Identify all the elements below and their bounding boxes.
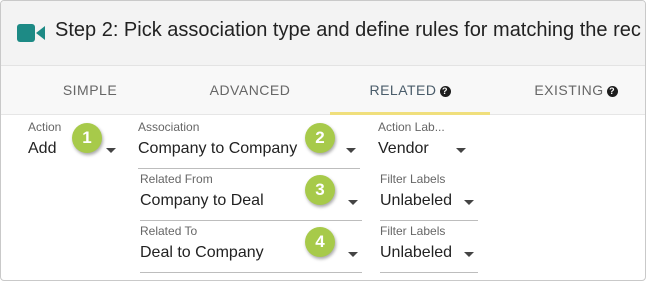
filter-labels-select-2-value: Unlabeled xyxy=(380,244,453,261)
tab-related[interactable]: RELATED? xyxy=(330,66,490,115)
related-from-underline xyxy=(140,220,362,221)
help-icon[interactable]: ? xyxy=(606,86,618,97)
related-to-select-label: Related To xyxy=(140,224,198,238)
chevron-down-icon xyxy=(456,148,466,153)
chevron-down-icon xyxy=(464,252,474,257)
association-select-value: Company to Company xyxy=(138,140,298,157)
filter-labels-select-1[interactable]: Filter Labels Unlabeled xyxy=(380,172,478,222)
action-select-value: Add xyxy=(28,140,57,157)
dialog-frame: Step 2: Pick association type and define… xyxy=(0,0,646,281)
related-from-select-value: Company to Deal xyxy=(140,192,264,209)
callout-badge-3: 3 xyxy=(305,175,335,205)
filter-labels-1-underline xyxy=(380,220,478,221)
tab-advanced-label: ADVANCED xyxy=(209,82,291,98)
action-label-select-value: Vendor xyxy=(378,140,429,157)
video-camera-icon xyxy=(17,24,45,42)
related-to-select-value: Deal to Company xyxy=(140,244,264,261)
chevron-down-icon xyxy=(346,148,356,153)
callout-badge-1: 1 xyxy=(72,123,102,153)
tab-related-label: RELATED xyxy=(369,82,437,98)
filter-labels-select-1-label: Filter Labels xyxy=(380,172,446,186)
chevron-down-icon xyxy=(106,148,116,153)
tab-existing[interactable]: EXISTING? xyxy=(511,66,641,114)
callout-badge-4: 4 xyxy=(305,227,335,257)
chevron-down-icon xyxy=(348,200,358,205)
action-label-select[interactable]: Action Lab... Vendor xyxy=(378,120,470,170)
tab-existing-label: EXISTING xyxy=(534,82,604,98)
callout-badge-2: 2 xyxy=(305,123,335,153)
association-select-label: Association xyxy=(138,120,200,134)
step-header: Step 2: Pick association type and define… xyxy=(1,1,645,66)
filter-labels-select-2-label: Filter Labels xyxy=(380,224,446,238)
filter-labels-2-underline xyxy=(380,272,478,273)
tab-bar: SIMPLE ADVANCED RELATED? EXISTING? xyxy=(1,66,645,115)
tab-advanced[interactable]: ADVANCED xyxy=(191,66,309,114)
chevron-down-icon xyxy=(348,252,358,257)
related-to-underline xyxy=(140,272,362,273)
related-from-select-label: Related From xyxy=(140,172,213,186)
help-icon[interactable]: ? xyxy=(439,86,451,97)
chevron-down-icon xyxy=(464,200,474,205)
action-select-label: Action xyxy=(28,120,62,134)
tab-simple-label: SIMPLE xyxy=(62,82,118,98)
filter-labels-select-2[interactable]: Filter Labels Unlabeled xyxy=(380,224,478,274)
action-label-select-label: Action Lab... xyxy=(378,120,445,134)
step-title: Step 2: Pick association type and define… xyxy=(55,19,641,41)
filter-labels-select-1-value: Unlabeled xyxy=(380,192,453,209)
association-underline xyxy=(138,168,360,169)
tab-simple[interactable]: SIMPLE xyxy=(41,66,139,114)
